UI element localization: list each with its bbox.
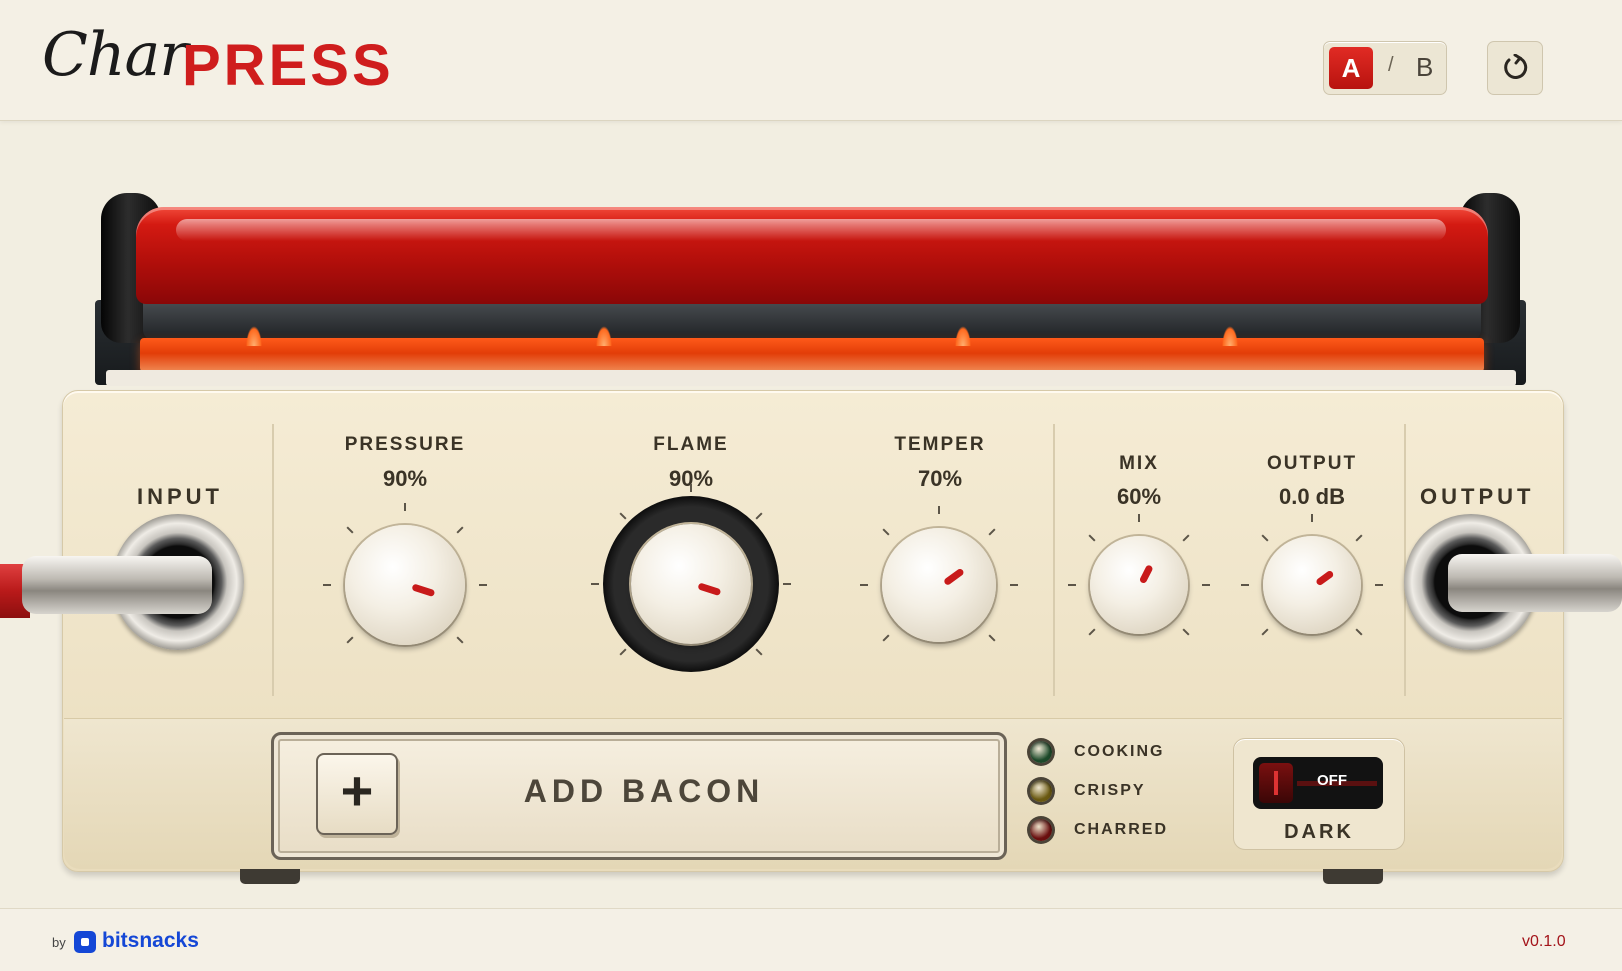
version-label: v0.1.0	[1522, 933, 1566, 950]
knob-tick	[323, 584, 331, 586]
knob-cap[interactable]	[631, 524, 751, 644]
mix-value: 60%	[1116, 484, 1162, 509]
by-label: by	[52, 935, 66, 950]
knob-cap[interactable]	[345, 525, 465, 645]
flame-tip	[246, 326, 262, 346]
dark-toggle-panel: OFF DARK	[1233, 738, 1405, 850]
switch-state: OFF	[1317, 772, 1347, 789]
add-bacon-label: ADD BACON	[523, 773, 765, 809]
knob-tick	[1241, 584, 1249, 586]
plus-icon[interactable]: +	[316, 753, 398, 835]
reset-icon	[1504, 54, 1528, 79]
knob-tick	[1010, 584, 1018, 586]
reset-button[interactable]	[1487, 41, 1543, 95]
divider	[1053, 424, 1055, 696]
knob-cap[interactable]	[1263, 536, 1361, 634]
pressure-label: PRESSURE	[344, 434, 466, 455]
output-gain-value: 0.0 dB	[1278, 484, 1346, 509]
input-label: INPUT	[137, 484, 223, 509]
output-io-label: OUTPUT	[1420, 484, 1535, 509]
header: Char PRESS A / B	[0, 0, 1622, 121]
footer: by bitsnacks v0.1.0	[0, 908, 1622, 971]
flame-tip	[596, 326, 612, 346]
ab-a-button[interactable]: A	[1329, 47, 1373, 89]
flame-tip	[1222, 326, 1238, 346]
knob-pointer	[942, 567, 966, 587]
temper-value: 70%	[917, 466, 963, 491]
output-cable[interactable]	[1448, 554, 1622, 612]
dark-switch[interactable]: OFF	[1253, 757, 1383, 809]
temper-label: TEMPER	[894, 434, 986, 455]
heat-glow	[140, 326, 1484, 372]
bitsnacks-logo-icon	[74, 931, 96, 953]
charred-label: CHARRED	[1074, 821, 1168, 838]
knob-tick	[690, 484, 692, 492]
flame-label: FLAME	[653, 434, 729, 455]
pressure-value: 90%	[382, 466, 428, 491]
add-bacon-button[interactable]: + ADD BACON	[271, 732, 1007, 860]
crispy-label: CRISPY	[1074, 782, 1146, 799]
crispy-led	[1030, 780, 1052, 802]
knob-pointer	[1315, 569, 1335, 587]
knob-tick	[1138, 514, 1140, 522]
cooking-led	[1030, 741, 1052, 763]
knob-tick	[404, 503, 406, 511]
switch-lever[interactable]	[1259, 763, 1293, 803]
knob-tick	[1311, 514, 1313, 522]
knob-tick	[1202, 584, 1210, 586]
mix-label: MIX	[1119, 453, 1159, 474]
ab-toggle[interactable]: A / B	[1323, 41, 1447, 95]
lid-shine	[176, 219, 1446, 241]
knob-pointer	[697, 582, 722, 597]
knob-tick	[479, 584, 487, 586]
input-cable[interactable]	[22, 556, 212, 614]
knob-tick	[860, 584, 868, 586]
knob-pointer	[1138, 564, 1154, 585]
knob-tick	[783, 583, 791, 585]
divider	[272, 424, 274, 696]
flame-tip	[955, 326, 971, 346]
press-lid	[136, 207, 1488, 304]
logo-bold: PRESS	[182, 33, 394, 98]
knob-tick	[938, 506, 940, 514]
knob-cap[interactable]	[1090, 536, 1188, 634]
press-plate	[143, 300, 1481, 340]
logo-script: Char	[42, 20, 188, 90]
knob-tick	[1068, 584, 1076, 586]
brand-link[interactable]: bitsnacks	[102, 929, 199, 953]
cooking-label: COOKING	[1074, 743, 1165, 760]
divider	[1404, 424, 1406, 696]
ab-separator: /	[1388, 54, 1394, 76]
knob-cap[interactable]	[882, 528, 996, 642]
knob-tick	[591, 583, 599, 585]
knob-pointer	[411, 583, 436, 598]
knob-tick	[1375, 584, 1383, 586]
ab-b-button[interactable]: B	[1416, 52, 1433, 83]
charred-led	[1030, 819, 1052, 841]
output-gain-label: OUTPUT	[1266, 453, 1358, 474]
dark-label: DARK	[1284, 821, 1354, 843]
press-ledge	[106, 370, 1516, 386]
